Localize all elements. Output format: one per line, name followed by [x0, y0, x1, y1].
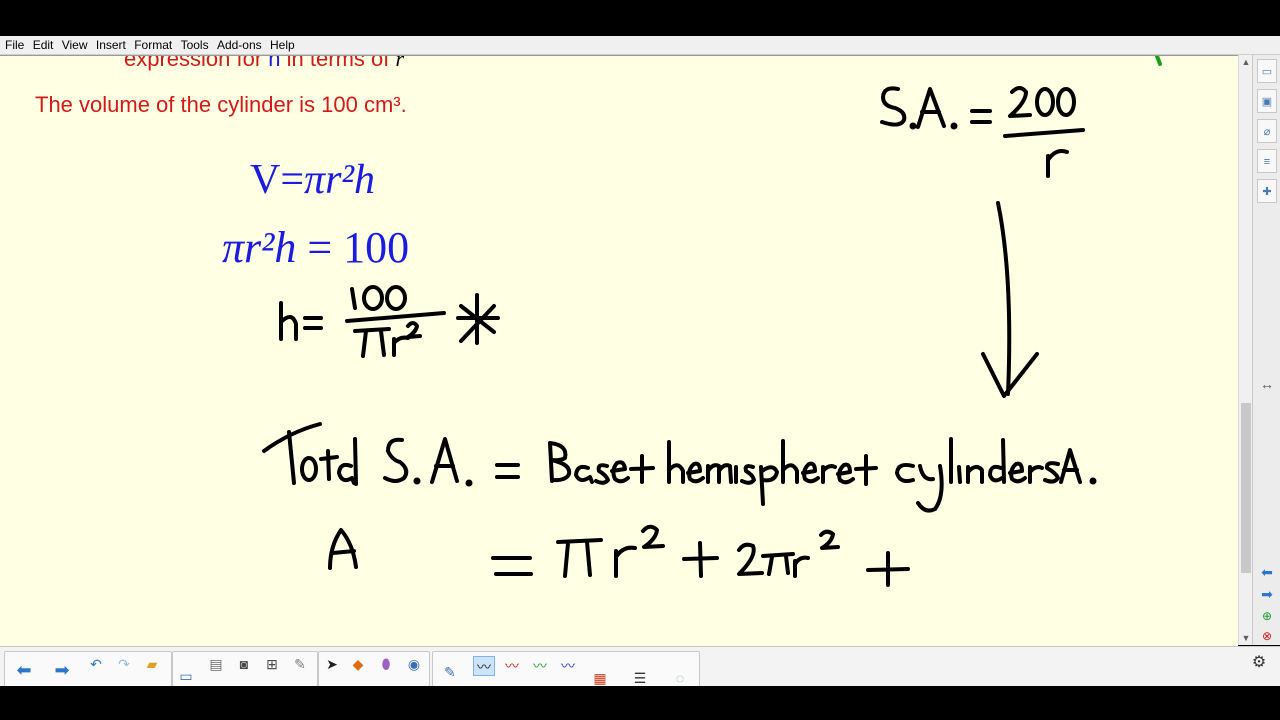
resize-handle-icon[interactable]: ↔ — [1258, 375, 1276, 393]
pen-black-line-icon[interactable]: 〰 — [473, 656, 495, 676]
pen-blue-line-icon[interactable]: 〰 — [557, 656, 579, 676]
color-palette-icon[interactable]: ▦ — [589, 668, 611, 688]
magic-pen-icon[interactable]: ✎ — [289, 654, 311, 674]
transparency-icon[interactable]: ◌ — [669, 668, 691, 688]
handwritten-sa-equals — [880, 86, 1085, 178]
handwritten-arrow — [981, 201, 1039, 398]
delete-page-icon[interactable]: ⊗ — [1258, 627, 1276, 645]
gallery-icon[interactable]: ▣ — [1257, 89, 1277, 113]
toolbar-group-pens: ✎ 〰 〰 〰 〰 ▦ ☰ ◌ — [432, 651, 700, 687]
top-black-bar — [0, 0, 1280, 36]
pen-red-line-icon[interactable]: 〰 — [501, 656, 523, 676]
handwritten-area-equation — [328, 524, 910, 587]
pen-green-line-icon[interactable]: 〰 — [529, 656, 551, 676]
side-tab-panel: ▭ ▣ ⌀ ≡ ✚ ↔ ⬅ ➡ ⊕ ⊗ — [1252, 55, 1280, 645]
undo-icon[interactable]: ↶ — [85, 654, 107, 674]
folder-icon[interactable]: ▰ — [141, 654, 163, 674]
forward-arrow-icon[interactable]: ➡ — [51, 660, 73, 680]
vertical-scrollbar[interactable]: ▲ ▼ — [1238, 55, 1253, 645]
shapes-icon[interactable]: ◆ — [347, 654, 369, 674]
menu-view[interactable]: View — [62, 36, 88, 52]
toolbar-group-display: ▭ ▤ ◙ ⊞ ✎ — [172, 651, 318, 687]
menu-bar: File Edit View Insert Format Tools Add-o… — [0, 36, 1280, 55]
gear-icon[interactable]: ⚙ — [1248, 653, 1270, 673]
eraser-icon[interactable]: ⬮ — [375, 654, 397, 674]
menu-edit[interactable]: Edit — [33, 36, 54, 52]
paste-icon[interactable]: ▤ — [205, 654, 227, 674]
add-page-icon[interactable]: ⊕ — [1258, 607, 1276, 625]
redo-icon[interactable]: ↷ — [113, 654, 135, 674]
whiteboard-canvas[interactable]: expression for h in terms of r The volum… — [0, 55, 1238, 646]
scroll-up-icon[interactable]: ▲ — [1239, 55, 1253, 69]
handwritten-total-sa — [262, 422, 1097, 513]
scroll-down-icon[interactable]: ▼ — [1239, 631, 1253, 645]
menu-addons[interactable]: Add-ons — [217, 36, 262, 52]
page-sorter-icon[interactable]: ▭ — [1257, 59, 1277, 83]
properties-icon[interactable]: ≡ — [1257, 149, 1277, 173]
select-arrow-icon[interactable]: ➤ — [321, 654, 343, 674]
handwritten-h-equation — [279, 285, 500, 358]
menu-insert[interactable]: Insert — [96, 36, 126, 52]
screenshot-icon[interactable]: ◙ — [233, 654, 255, 674]
bottom-toolbar: ⬅ ➡ ↶ ↷ ▰ ▭ ▤ ◙ ⊞ ✎ ➤ ◆ ⬮ ◉ ✎ 〰 〰 〰 〰 ▦ … — [0, 646, 1280, 687]
pen-icon[interactable]: ✎ — [439, 662, 461, 682]
table-icon[interactable]: ⊞ — [261, 654, 283, 674]
addons-icon[interactable]: ✚ — [1257, 179, 1277, 203]
next-page-icon[interactable]: ➡ — [1258, 585, 1276, 603]
menu-help[interactable]: Help — [270, 36, 295, 52]
previous-page-icon[interactable]: ⬅ — [1258, 563, 1276, 581]
menu-format[interactable]: Format — [134, 36, 172, 52]
screen-icon[interactable]: ▭ — [175, 666, 197, 686]
attachments-icon[interactable]: ⌀ — [1257, 119, 1277, 143]
menu-tools[interactable]: Tools — [181, 36, 209, 52]
line-style-icon[interactable]: ☰ — [629, 668, 651, 688]
back-arrow-icon[interactable]: ⬅ — [13, 660, 35, 680]
fill-icon[interactable]: ◉ — [403, 654, 425, 674]
toolbar-group-nav: ⬅ ➡ ↶ ↷ ▰ — [4, 651, 172, 687]
toolbar-group-tools: ➤ ◆ ⬮ ◉ — [318, 651, 430, 687]
handwritten-ink — [262, 56, 1162, 587]
menu-file[interactable]: File — [5, 36, 24, 52]
scroll-thumb[interactable] — [1241, 403, 1251, 573]
bottom-black-bar — [0, 686, 1280, 720]
